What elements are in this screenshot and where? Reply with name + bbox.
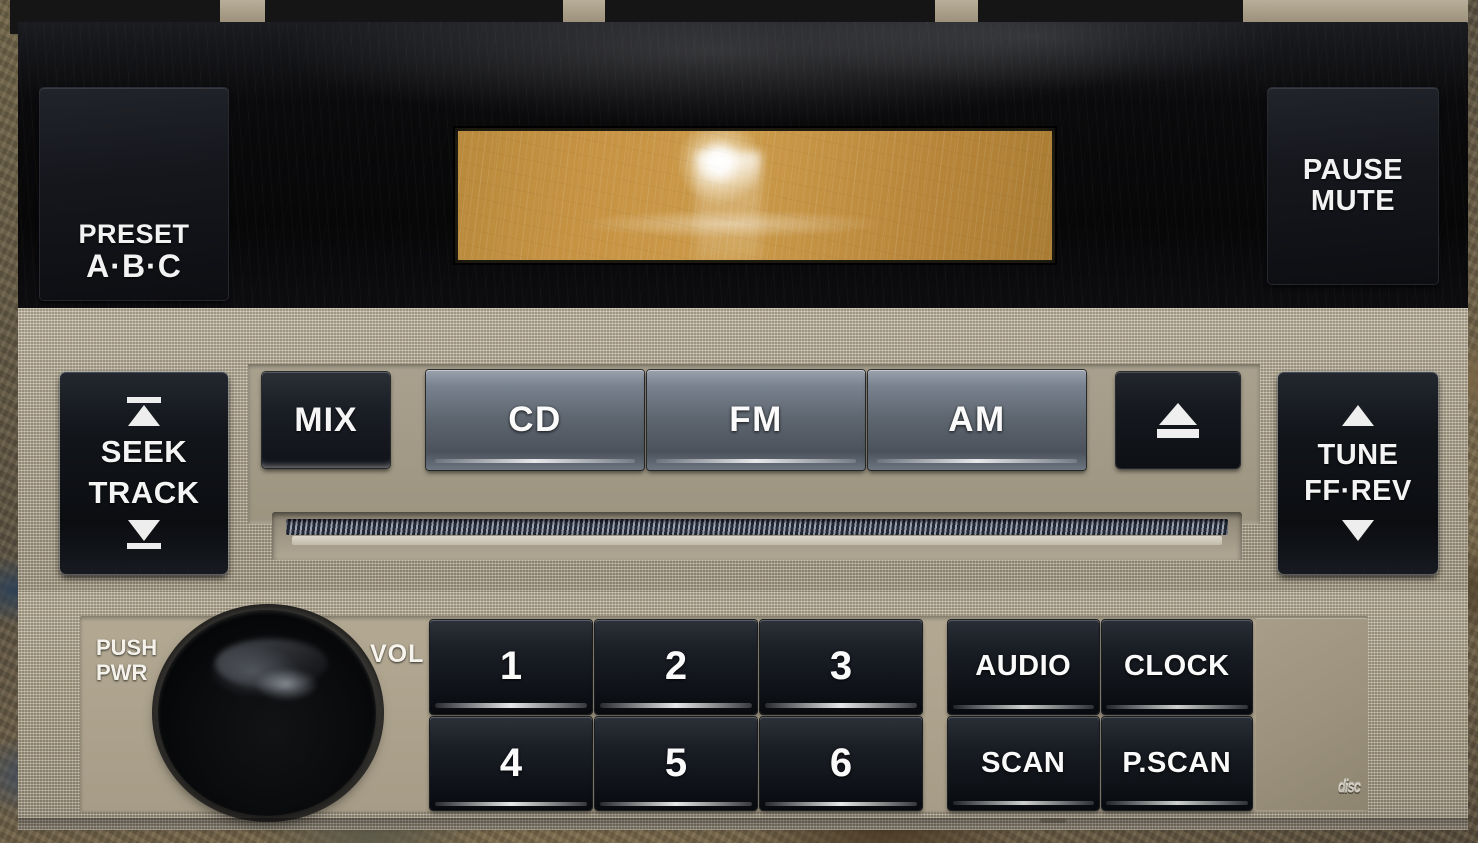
cd-slot-brush: [286, 519, 1228, 535]
push-pwr-label-line2: PWR: [96, 659, 148, 685]
preset-button-label-line2: A·B·C: [86, 248, 182, 285]
eject-icon: [1157, 402, 1199, 438]
lcd-display: [458, 131, 1052, 260]
compact-disc-logo-icon: disc: [1337, 776, 1361, 797]
preset-button-4[interactable]: 4: [430, 716, 592, 810]
pause-mute-button[interactable]: PAUSE MUTE: [1268, 88, 1438, 284]
screenshot-stage: PRESET A·B·C PAUSE MUTE SEEK TRACK MIX C…: [0, 0, 1478, 843]
preset-number-grid: 1 2 3 4 5 6: [430, 620, 922, 810]
am-source-button[interactable]: AM: [868, 370, 1086, 470]
p-scan-button[interactable]: P.SCAN: [1101, 716, 1252, 810]
bottom-dimple: [1040, 818, 1066, 823]
preset-1-label: 1: [499, 644, 523, 689]
audio-button-label: AUDIO: [975, 650, 1072, 683]
function-button-grid: AUDIO CLOCK SCAN P.SCAN: [948, 620, 1252, 810]
fm-source-button[interactable]: FM: [647, 370, 865, 470]
preset-button-1[interactable]: 1: [430, 620, 592, 714]
pause-mute-label-line2: MUTE: [1310, 185, 1396, 217]
source-button-strip: CD FM AM: [426, 370, 1086, 470]
preset-button-3[interactable]: 3: [760, 620, 922, 714]
seek-track-button[interactable]: SEEK TRACK: [60, 372, 228, 574]
scan-button-label: SCAN: [981, 746, 1066, 779]
preset-abc-button[interactable]: PRESET A·B·C: [40, 88, 228, 300]
clock-button[interactable]: CLOCK: [1101, 620, 1252, 714]
seek-track-label-line1: SEEK: [100, 434, 188, 470]
cd-slot[interactable]: [272, 512, 1242, 560]
tune-ff-rev-button[interactable]: TUNE FF·REV: [1278, 372, 1438, 574]
car-stereo-head-unit: PRESET A·B·C PAUSE MUTE SEEK TRACK MIX C…: [10, 0, 1468, 834]
tune-label-line2: FF·REV: [1304, 475, 1412, 507]
preset-6-label: 6: [829, 740, 853, 785]
push-pwr-label: PUSH PWR: [96, 635, 162, 685]
unit-bottom-shadow: [18, 818, 1468, 834]
mix-button-label: MIX: [294, 400, 358, 439]
mix-button[interactable]: MIX: [262, 372, 390, 468]
pause-mute-label-line1: PAUSE: [1302, 153, 1404, 186]
push-pwr-label-line1: PUSH: [96, 635, 158, 660]
clock-button-label: CLOCK: [1123, 650, 1230, 683]
cd-slot-lip: [292, 536, 1222, 545]
preset-button-2[interactable]: 2: [595, 620, 757, 714]
seek-track-label-line2: TRACK: [88, 475, 200, 510]
preset-4-label: 4: [499, 740, 523, 785]
scan-button[interactable]: SCAN: [948, 716, 1099, 810]
lcd-display-text: [458, 131, 1052, 260]
cd-button-label: CD: [508, 400, 562, 439]
cd-logo-plate: disc: [1256, 618, 1368, 810]
audio-button[interactable]: AUDIO: [948, 620, 1099, 714]
am-button-label: AM: [948, 400, 1006, 439]
preset-button-6[interactable]: 6: [760, 716, 922, 810]
volume-knob[interactable]: [158, 610, 376, 816]
seek-up-arrow-icon: [127, 397, 161, 427]
seek-down-arrow-icon: [127, 519, 161, 549]
triangle-up-icon: [1342, 404, 1374, 426]
preset-button-5[interactable]: 5: [595, 716, 757, 810]
knob-specular: [253, 667, 320, 701]
preset-2-label: 2: [664, 644, 688, 689]
lcd-display-frame: [455, 128, 1055, 263]
triangle-down-icon: [1342, 520, 1374, 542]
tune-label-line1: TUNE: [1317, 438, 1399, 471]
cd-source-button[interactable]: CD: [426, 370, 644, 470]
eject-button[interactable]: [1116, 372, 1240, 468]
preset-3-label: 3: [829, 644, 853, 689]
p-scan-button-label: P.SCAN: [1122, 746, 1232, 779]
fm-button-label: FM: [729, 400, 783, 439]
vol-label: VOL: [370, 640, 425, 668]
preset-5-label: 5: [664, 740, 688, 785]
preset-button-label-line1: PRESET: [78, 219, 190, 250]
